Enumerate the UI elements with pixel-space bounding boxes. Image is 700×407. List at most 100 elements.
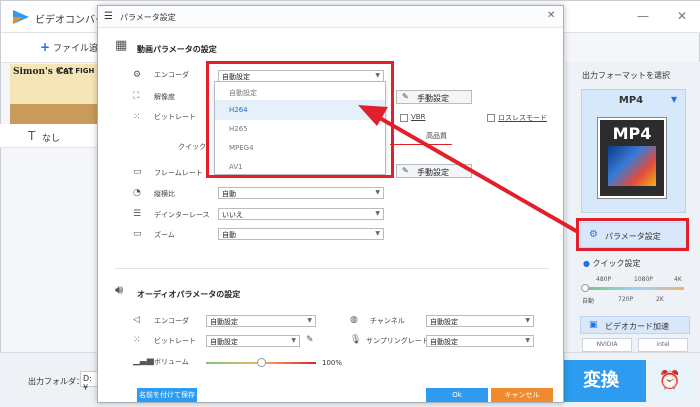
manual-button-label-1: 手動設定 xyxy=(417,94,449,103)
quick-quality-label: クイック xyxy=(178,143,206,151)
resolution-label: 解像度 xyxy=(154,93,175,101)
chevron-down-icon: ▼ xyxy=(307,317,312,324)
intel-logo: intel xyxy=(638,338,688,352)
chip-icon: ▣ xyxy=(589,320,598,330)
aspect-ratio-label: 縦横比 xyxy=(154,190,175,198)
audio-encoder-label: エンコーダ xyxy=(154,317,189,325)
volume-percent: 100% xyxy=(322,359,343,367)
output-folder-label: 出力フォルダ： xyxy=(28,377,84,386)
video-thumbnail[interactable]: Simon's Cat 'CAT FIGH xyxy=(10,64,98,124)
format-name: MP4 xyxy=(618,95,644,106)
mark-720p: 720P xyxy=(618,296,634,303)
highlight-box-encoder-dropdown xyxy=(206,61,394,178)
mp4-format-icon: MP4 xyxy=(598,118,666,198)
output-folder-input[interactable]: D:¥ xyxy=(80,371,98,392)
cancel-button[interactable]: キャンセル xyxy=(491,388,553,402)
speaker-icon: ◁ xyxy=(133,315,140,325)
quick-setting-slider[interactable] xyxy=(584,287,684,290)
quick-setting-knob[interactable] xyxy=(581,284,589,292)
framerate-label: フレームレート xyxy=(154,169,203,177)
chevron-down-icon: ▼ xyxy=(375,189,380,196)
video-accel-label: ビデオカード加速 xyxy=(605,322,669,331)
chevron-down-icon[interactable]: ▼ xyxy=(671,95,677,104)
vbr-checkbox[interactable] xyxy=(400,114,408,122)
pencil-icon[interactable]: ✎ xyxy=(306,335,314,345)
film-image xyxy=(608,146,656,186)
alarm-clock-icon[interactable]: ⏰ xyxy=(648,360,692,402)
gear-icon: ⚙ xyxy=(133,70,142,80)
bitrate-label: ビットレート xyxy=(154,113,196,121)
volume-slider-knob[interactable] xyxy=(257,358,266,367)
thumbnail-text-cat-fight: 'CAT FIGH xyxy=(56,67,95,75)
mark-2k: 2K xyxy=(656,296,664,303)
channel-select[interactable]: 自動設定 ▼ xyxy=(426,315,534,327)
quick-setting-title: ● クイック設定 xyxy=(583,258,641,269)
subtitle-row[interactable]: T なし xyxy=(0,124,98,148)
ok-button[interactable]: Ok xyxy=(426,388,488,402)
video-camera-icon: ▦ xyxy=(115,38,128,53)
audio-bitrate-value: 自動設定 xyxy=(210,338,238,346)
zoom-label: ズーム xyxy=(154,231,175,239)
high-quality-label: 高品質 xyxy=(426,132,447,140)
speaker-gear-icon: 🔊︎ xyxy=(115,283,124,298)
framerate-manual-button[interactable]: ✎ 手動設定 xyxy=(396,164,472,178)
mark-480p: 480P xyxy=(596,276,612,283)
zoom-select[interactable]: 自動 ▼ xyxy=(218,228,384,240)
aspect-ratio-select[interactable]: 自動 ▼ xyxy=(218,187,384,199)
close-window-icon[interactable]: ✕ xyxy=(677,9,687,23)
chevron-down-icon: ▼ xyxy=(375,210,380,217)
lossless-checkbox[interactable] xyxy=(487,114,495,122)
app-title: ビデオコンバー xyxy=(35,15,105,26)
output-format-title: 出力フォーマットを選択 xyxy=(582,71,670,80)
dialog-title: パラメータ設定 xyxy=(120,13,176,22)
bitrate-dots-icon: ⁙ xyxy=(133,335,141,345)
thumbnail-fence xyxy=(10,104,98,124)
add-file-label: ファイル追 xyxy=(52,44,98,54)
deinterlace-value: いいえ xyxy=(222,211,243,219)
close-icon[interactable]: ✕ xyxy=(547,10,555,21)
microphone-icon: 🎙︎ xyxy=(350,335,362,345)
audio-section-title: オーディオパラメータの設定 xyxy=(137,290,241,299)
sample-rate-value: 自動設定 xyxy=(430,338,458,346)
pencil-icon: ✎ xyxy=(402,166,409,175)
video-section-title: 動画パラメータの設定 xyxy=(137,45,217,54)
convert-button[interactable]: 変換 xyxy=(556,360,646,402)
subtitle-none-label: なし xyxy=(42,134,61,144)
mark-4k: 4K xyxy=(674,276,682,283)
aspect-ratio-value: 自動 xyxy=(222,190,236,198)
quality-slider-track[interactable] xyxy=(390,144,452,145)
dialog-title-bar: ☰ パラメータ設定 ✕ xyxy=(98,6,563,28)
channel-label: チャンネル xyxy=(370,317,405,325)
mark-1080p: 1080P xyxy=(634,276,653,283)
mp4-icon-label: MP4 xyxy=(612,124,652,143)
chevron-down-icon: ▼ xyxy=(291,337,296,344)
plus-icon: + xyxy=(40,40,51,54)
film-frame-icon: ▭ xyxy=(133,167,142,177)
vbr-label: VBR xyxy=(411,113,426,121)
save-as-button[interactable]: 名前を付けて保存 xyxy=(137,388,197,402)
text-t-icon: T xyxy=(28,129,36,143)
volume-label: ボリューム xyxy=(154,358,189,366)
audio-encoder-select[interactable]: 自動設定 ▼ xyxy=(206,315,316,327)
resolution-manual-button[interactable]: ✎ 手動設定 xyxy=(396,90,472,104)
encoder-label: エンコーダ xyxy=(154,71,189,79)
quick-setting-label: クイック設定 xyxy=(592,259,641,268)
mark-auto: 自動 xyxy=(582,298,595,305)
deinterlace-select[interactable]: いいえ ▼ xyxy=(218,208,384,220)
zoom-value: 自動 xyxy=(222,231,236,239)
manual-button-label-2: 手動設定 xyxy=(417,168,449,177)
minimize-icon[interactable]: — xyxy=(637,9,649,23)
resolution-icon: ⛶ xyxy=(133,91,140,101)
sample-rate-select[interactable]: 自動設定 ▼ xyxy=(426,335,534,347)
section-divider xyxy=(115,268,549,269)
volume-bars-icon: ▁▃▅ xyxy=(133,356,154,366)
sample-rate-label: サンプリングレート xyxy=(366,337,429,345)
deinterlace-label: デインターレース xyxy=(154,211,210,219)
monitor-icon: ▭ xyxy=(133,229,142,239)
add-file-button[interactable]: + ファイル追 xyxy=(40,40,98,54)
audio-encoder-value: 自動設定 xyxy=(210,318,238,326)
audio-bitrate-select[interactable]: 自動設定 ▼ xyxy=(206,335,300,347)
video-card-accel-button[interactable]: ▣ ビデオカード加速 xyxy=(580,316,690,334)
deinterlace-icon: ☰ xyxy=(133,209,142,219)
chevron-down-icon: ▼ xyxy=(375,230,380,237)
